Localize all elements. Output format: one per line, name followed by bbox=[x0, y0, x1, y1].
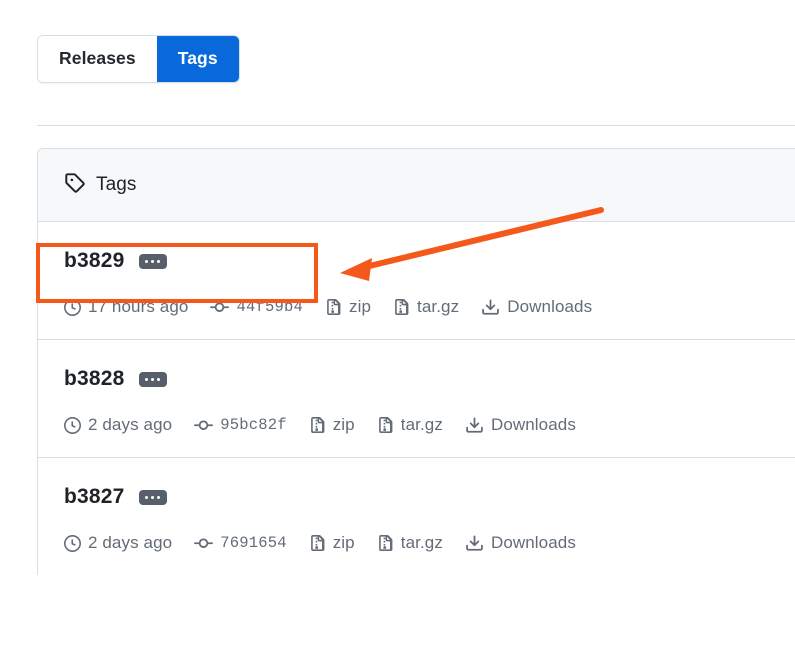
tag-time-label: 2 days ago bbox=[88, 533, 173, 552]
tag-title-line: b3828 bbox=[64, 364, 769, 394]
tag-downloads-label[interactable]: Downloads bbox=[507, 297, 592, 317]
tag-downloads[interactable]: Downloads bbox=[465, 415, 576, 435]
file-zip-icon bbox=[393, 298, 410, 316]
tag-icon bbox=[64, 172, 85, 198]
tag-downloads[interactable]: Downloads bbox=[481, 297, 592, 317]
tab-releases[interactable]: Releases bbox=[38, 36, 157, 82]
file-zip-icon bbox=[309, 416, 326, 434]
tag-title-line: b3829 bbox=[64, 246, 769, 276]
git-commit-icon bbox=[210, 298, 230, 317]
tag-targz-download[interactable]: tar.gz bbox=[377, 415, 443, 435]
tag-targz-label[interactable]: tar.gz bbox=[401, 415, 443, 435]
kebab-ellipsis-icon[interactable] bbox=[138, 489, 167, 505]
tag-zip-download[interactable]: zip bbox=[309, 533, 355, 553]
tag-time-label: 17 hours ago bbox=[88, 297, 189, 316]
clock-icon bbox=[64, 416, 81, 434]
tag-downloads-label[interactable]: Downloads bbox=[491, 533, 576, 553]
tag-zip-label[interactable]: zip bbox=[333, 415, 355, 435]
tag-time: 17 hours ago bbox=[64, 297, 188, 317]
clock-icon bbox=[64, 298, 81, 316]
tags-card-header-label: Tags bbox=[96, 174, 137, 195]
tags-card-header: Tags bbox=[38, 149, 795, 222]
table-row: b3827 2 days ago 7691654 zip tar.gz Down… bbox=[38, 458, 795, 575]
kebab-ellipsis-icon[interactable] bbox=[138, 371, 167, 387]
tag-title-line: b3827 bbox=[64, 482, 769, 512]
tag-meta: 17 hours ago 44f59b4 zip tar.gz Download… bbox=[64, 297, 769, 317]
tag-targz-label[interactable]: tar.gz bbox=[401, 533, 443, 553]
tag-meta: 2 days ago 95bc82f zip tar.gz Downloads bbox=[64, 415, 769, 435]
tag-downloads[interactable]: Downloads bbox=[465, 533, 576, 553]
tag-commit[interactable]: 7691654 bbox=[194, 534, 287, 553]
tag-name-link[interactable]: b3829 bbox=[64, 249, 125, 273]
file-zip-icon bbox=[377, 416, 394, 434]
tag-time: 2 days ago bbox=[64, 415, 172, 435]
segmented-control: Releases Tags bbox=[37, 35, 240, 83]
file-zip-icon bbox=[325, 298, 342, 316]
tag-targz-download[interactable]: tar.gz bbox=[393, 297, 459, 317]
tag-time-label: 2 days ago bbox=[88, 415, 173, 434]
git-commit-icon bbox=[194, 534, 214, 553]
tag-zip-download[interactable]: zip bbox=[325, 297, 371, 317]
tag-commit-sha[interactable]: 7691654 bbox=[220, 534, 287, 552]
tag-zip-label[interactable]: zip bbox=[333, 533, 355, 553]
clock-icon bbox=[64, 534, 81, 552]
tab-tags[interactable]: Tags bbox=[156, 36, 239, 82]
tag-name-link[interactable]: b3828 bbox=[64, 367, 125, 391]
tag-commit[interactable]: 44f59b4 bbox=[210, 298, 303, 317]
tag-commit-sha[interactable]: 95bc82f bbox=[220, 416, 287, 434]
tag-zip-label[interactable]: zip bbox=[349, 297, 371, 317]
tag-commit[interactable]: 95bc82f bbox=[194, 416, 287, 435]
tag-targz-label[interactable]: tar.gz bbox=[417, 297, 459, 317]
tags-card: Tags b3829 17 hours ago 44f59b4 zip tar.… bbox=[37, 148, 795, 575]
download-icon bbox=[481, 298, 500, 317]
download-icon bbox=[465, 534, 484, 553]
kebab-ellipsis-icon[interactable] bbox=[138, 253, 167, 269]
tag-commit-sha[interactable]: 44f59b4 bbox=[236, 298, 303, 316]
file-zip-icon bbox=[377, 534, 394, 552]
tag-zip-download[interactable]: zip bbox=[309, 415, 355, 435]
header-divider bbox=[37, 125, 795, 126]
tag-targz-download[interactable]: tar.gz bbox=[377, 533, 443, 553]
table-row: b3828 2 days ago 95bc82f zip tar.gz Down… bbox=[38, 340, 795, 458]
file-zip-icon bbox=[309, 534, 326, 552]
git-commit-icon bbox=[194, 416, 214, 435]
tag-time: 2 days ago bbox=[64, 533, 172, 553]
releases-tags-tabbar: Releases Tags bbox=[37, 35, 240, 83]
tag-meta: 2 days ago 7691654 zip tar.gz Downloads bbox=[64, 533, 769, 553]
tag-downloads-label[interactable]: Downloads bbox=[491, 415, 576, 435]
tag-name-link[interactable]: b3827 bbox=[64, 485, 125, 509]
download-icon bbox=[465, 416, 484, 435]
table-row: b3829 17 hours ago 44f59b4 zip tar.gz Do… bbox=[38, 222, 795, 340]
